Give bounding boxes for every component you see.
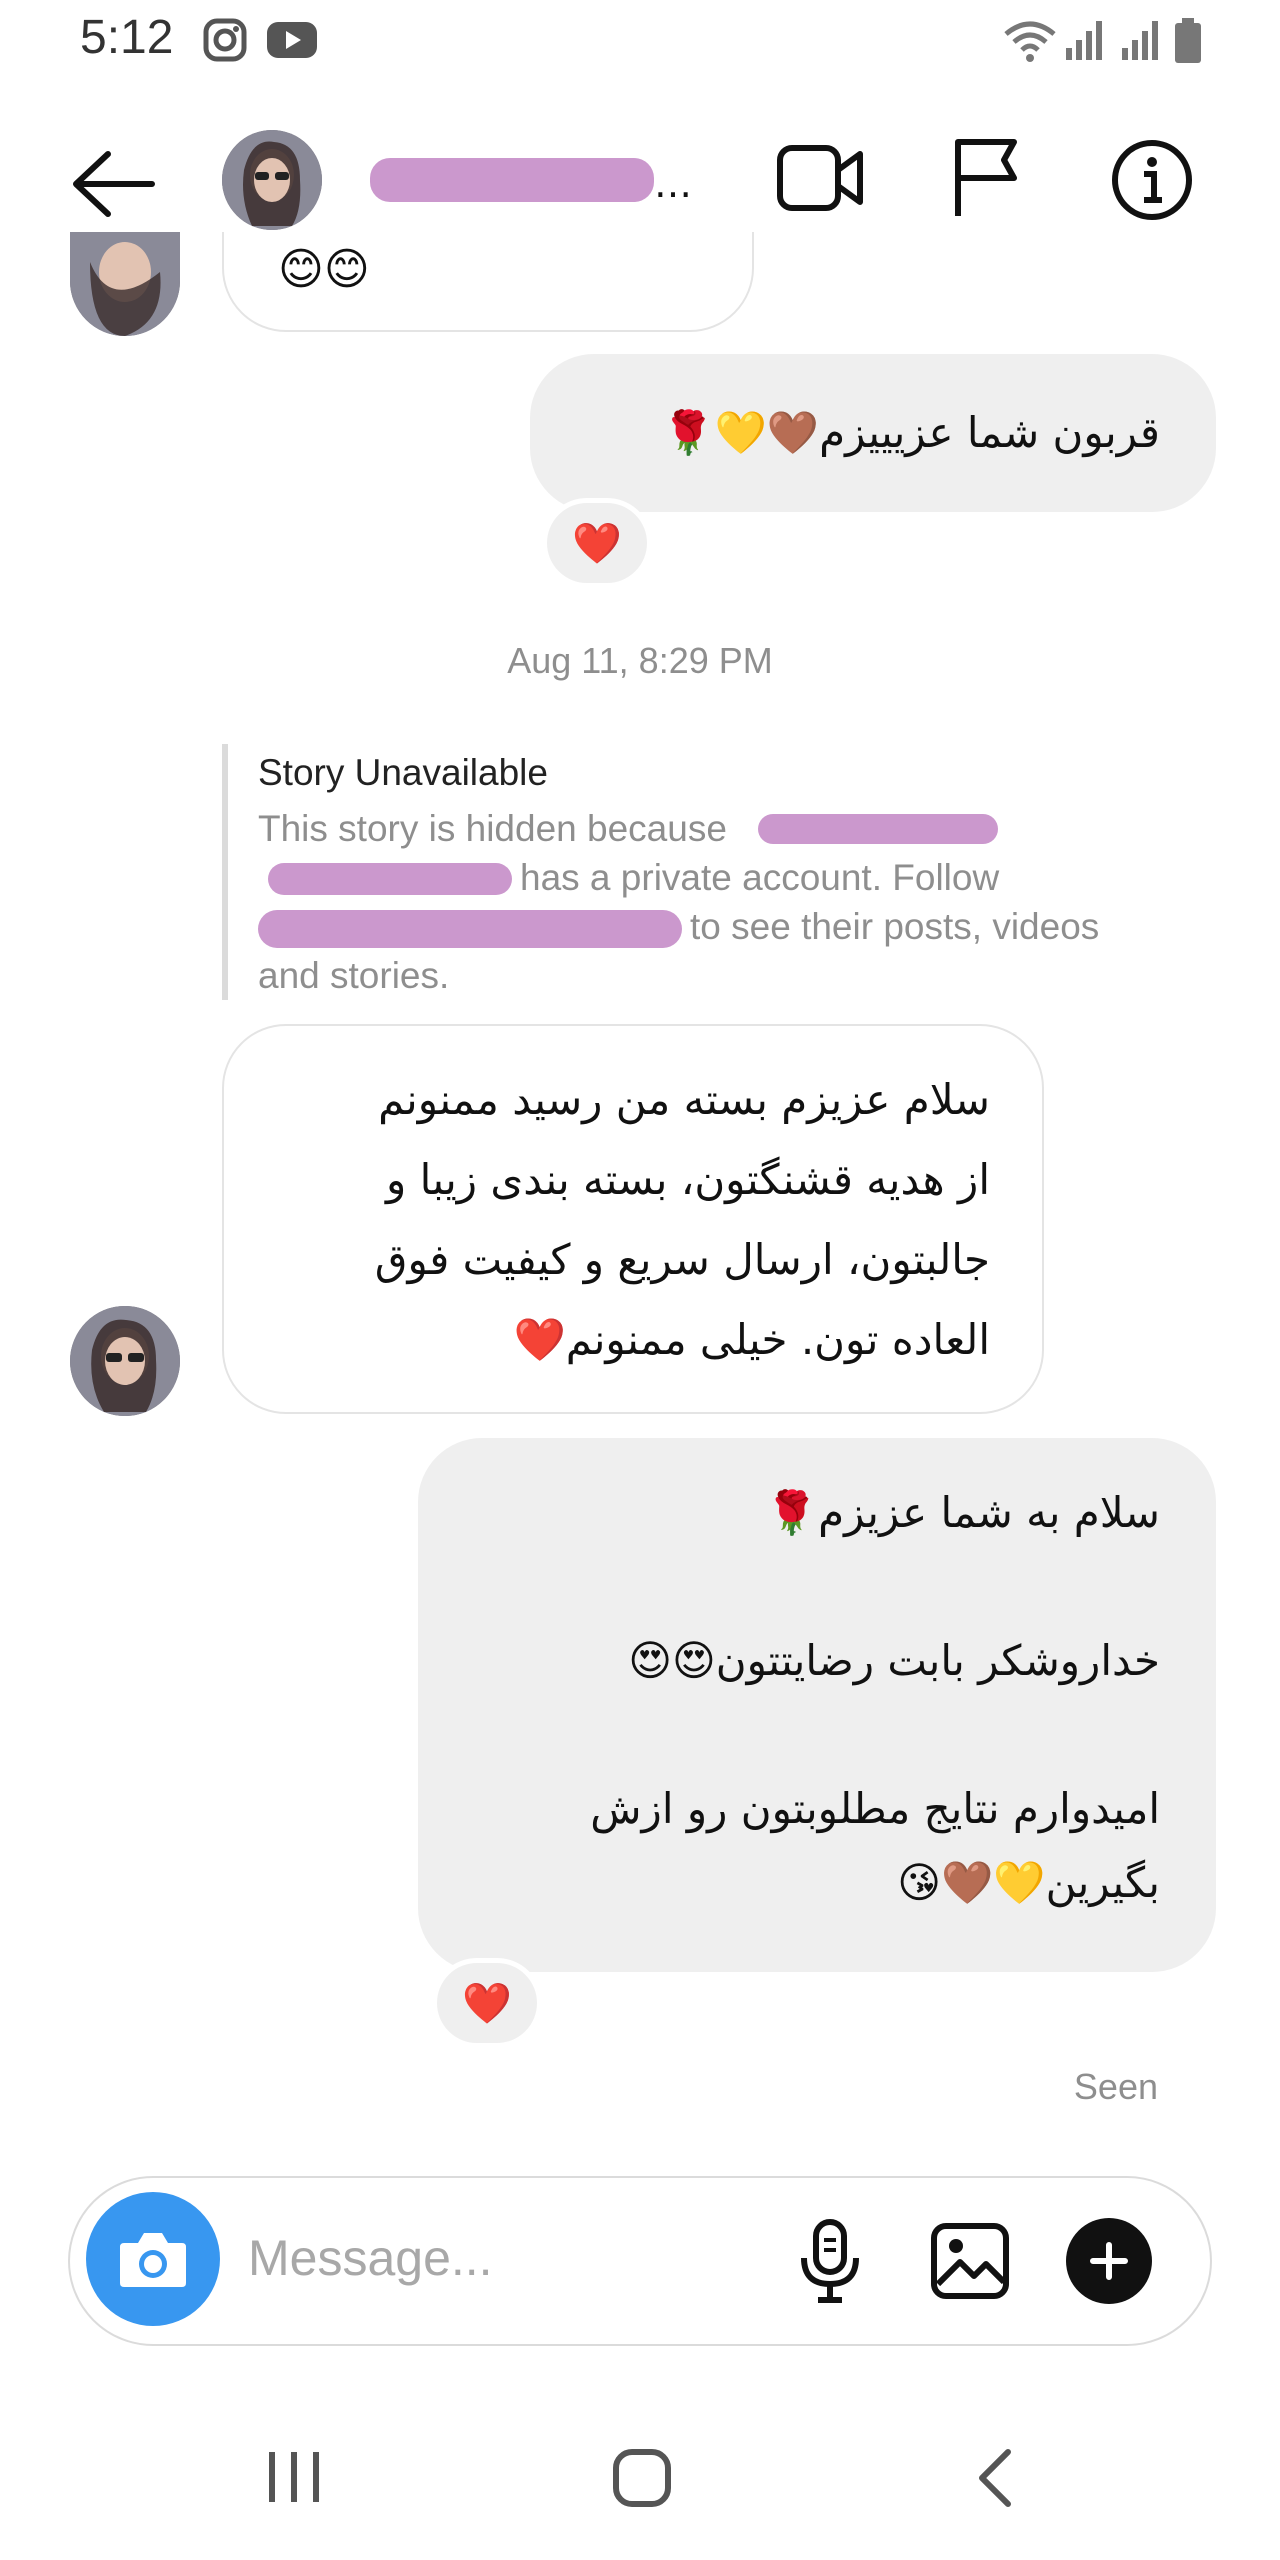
- signal-icon: [1064, 18, 1108, 66]
- microphone-icon[interactable]: [798, 2218, 862, 2308]
- instagram-icon: [203, 18, 247, 66]
- story-title: Story Unavailable: [258, 752, 548, 793]
- home-icon[interactable]: [612, 2448, 672, 2512]
- chat-timestamp: Aug 11, 8:29 PM: [507, 640, 773, 681]
- message-bubble-sent[interactable]: سلام به شما عزیزم🌹 خداروشکر بابت رضایتتو…: [418, 1438, 1216, 1972]
- message-text: سلام عزیزم بسته من رسید ممنونم از هدیه ق…: [374, 1075, 990, 1364]
- message-bubble-partial[interactable]: 😊😊: [222, 232, 754, 332]
- sender-avatar[interactable]: [70, 232, 180, 336]
- story-body: This story is hidden because has a priva…: [258, 808, 1100, 996]
- status-time: 5:12: [80, 11, 174, 64]
- flag-icon[interactable]: [952, 138, 1020, 222]
- plus-icon: [1090, 2242, 1128, 2280]
- header-username[interactable]: …: [370, 152, 692, 208]
- message-text: سلام به شما عزیزم🌹 خداروشکر بابت رضایتتو…: [590, 1488, 1160, 1907]
- message-bubble-received[interactable]: سلام عزیزم بسته من رسید ممنونم از هدیه ق…: [222, 1024, 1044, 1414]
- plus-button[interactable]: [1066, 2218, 1152, 2304]
- reaction-heart[interactable]: ❤️: [542, 498, 652, 588]
- message-text: قربون شما عزیییزم🤎💛🌹: [662, 408, 1160, 457]
- youtube-icon: [266, 18, 318, 66]
- video-camera-icon[interactable]: [776, 138, 864, 222]
- camera-button[interactable]: [86, 2192, 220, 2326]
- redaction: [258, 910, 682, 948]
- battery-icon: [1174, 18, 1202, 68]
- reaction-heart[interactable]: ❤️: [432, 1958, 542, 2048]
- signal-icon: [1120, 18, 1164, 66]
- seen-status: Seen: [1073, 2066, 1158, 2107]
- gallery-icon[interactable]: [930, 2222, 1010, 2304]
- back-icon[interactable]: [974, 2448, 1014, 2512]
- redaction: [268, 863, 512, 895]
- info-icon[interactable]: [1110, 138, 1194, 226]
- camera-icon: [120, 2233, 186, 2287]
- wifi-icon: [1002, 18, 1058, 68]
- message-bubble-sent[interactable]: قربون شما عزیییزم🤎💛🌹: [530, 354, 1216, 512]
- redaction: [758, 814, 998, 844]
- message-input[interactable]: [246, 2222, 750, 2294]
- sender-avatar[interactable]: [70, 1306, 180, 1416]
- story-quote-bar: [222, 744, 228, 1000]
- header-avatar[interactable]: [222, 130, 322, 230]
- back-arrow-icon[interactable]: [68, 148, 156, 224]
- recents-icon[interactable]: [266, 2450, 322, 2508]
